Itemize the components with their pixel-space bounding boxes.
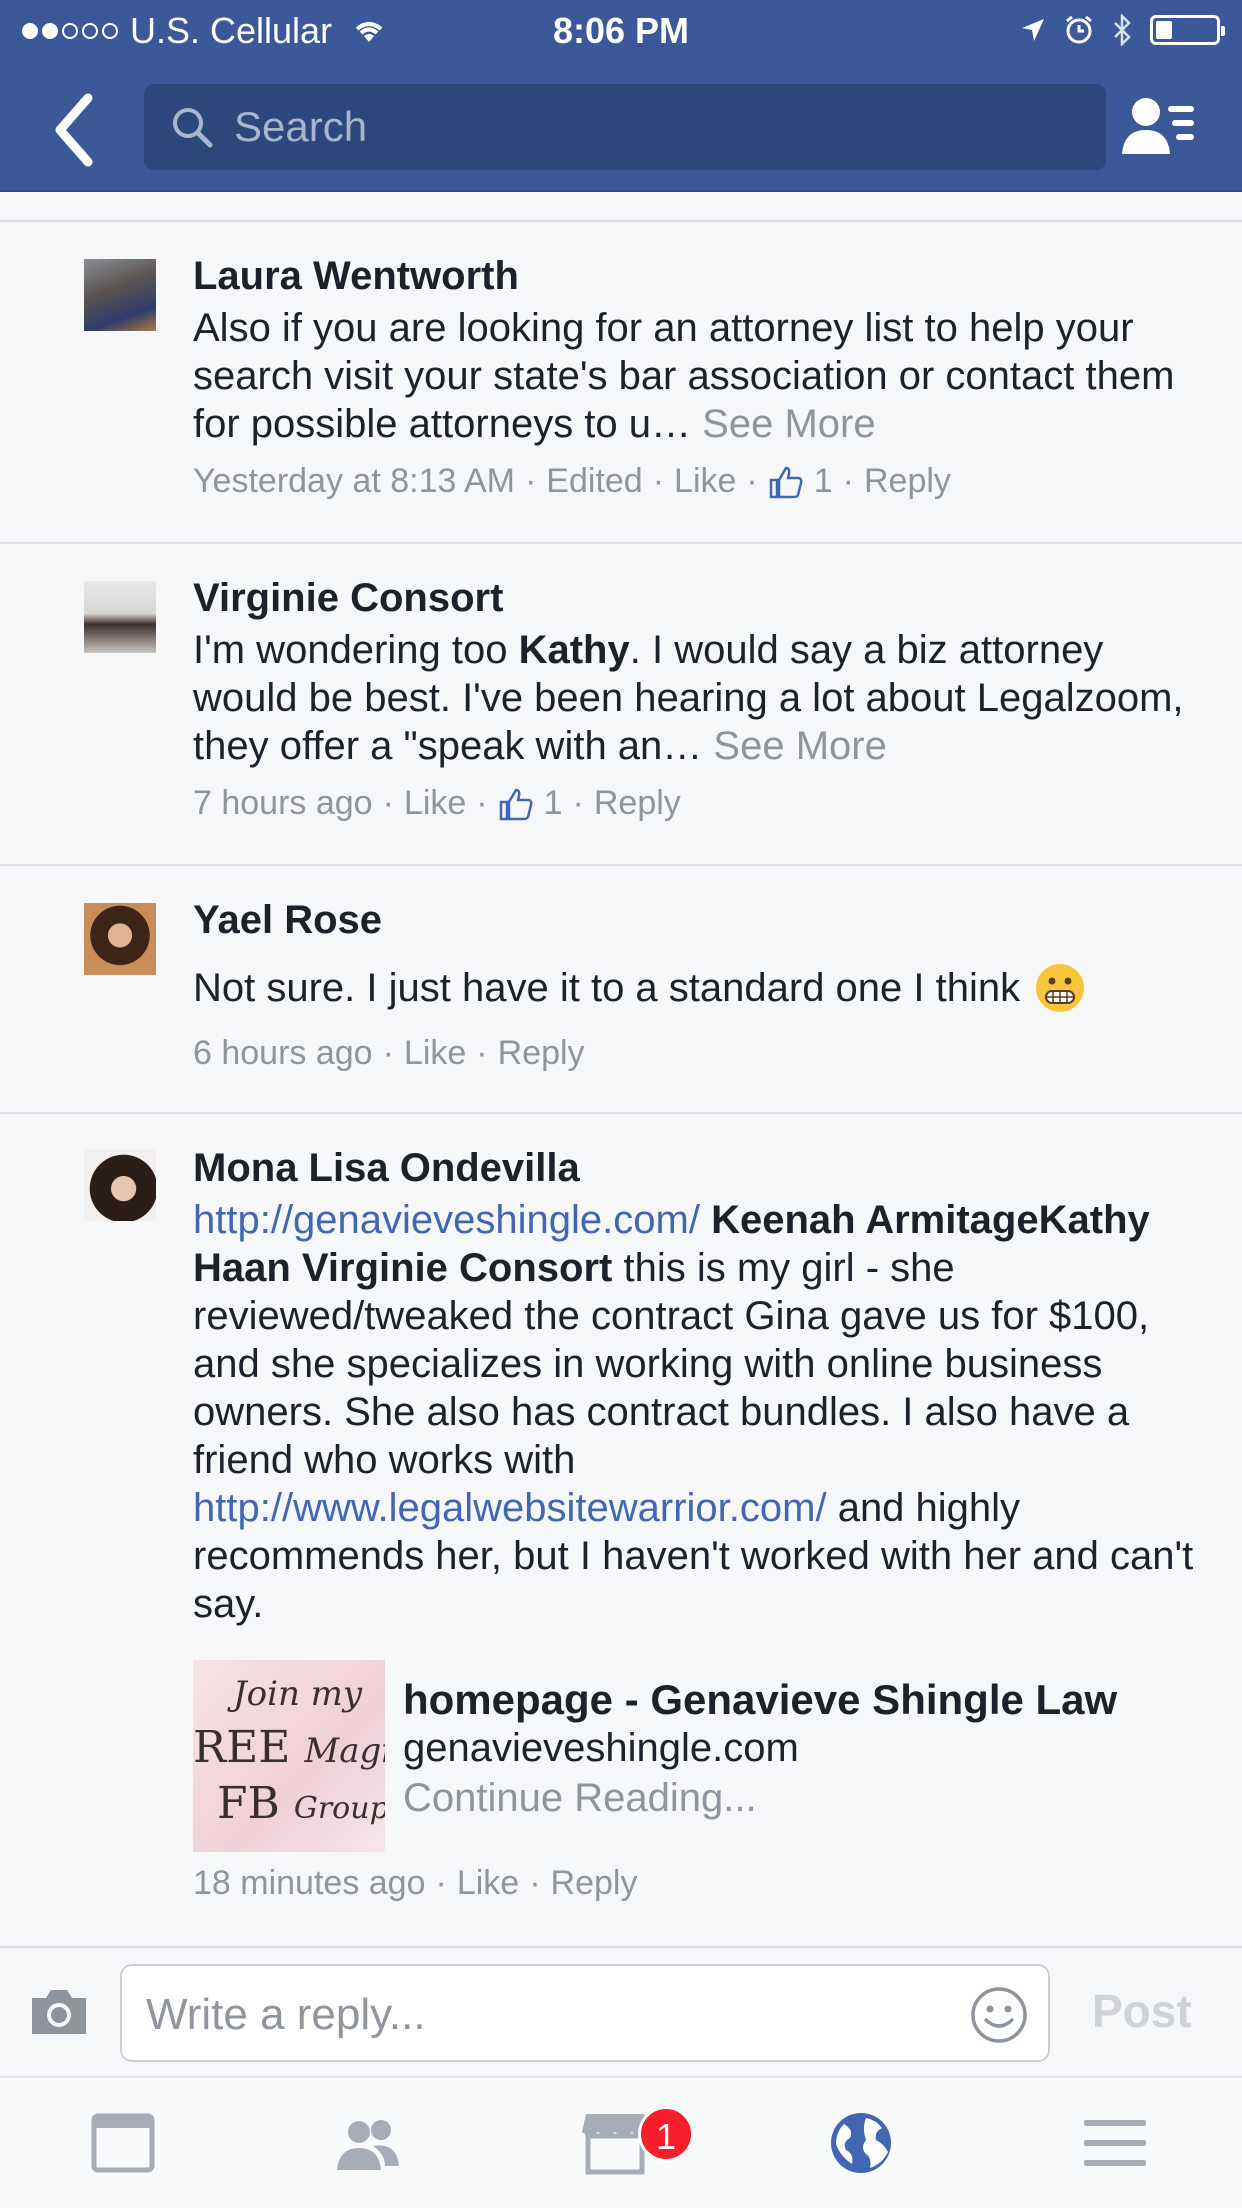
news-feed-icon[interactable] xyxy=(88,2108,158,2178)
alarm-icon xyxy=(1066,15,1092,44)
bottom-tab-bar: 1 xyxy=(0,2076,1242,2208)
like-button[interactable]: Like xyxy=(404,1034,466,1073)
reply-button[interactable]: Reply xyxy=(864,462,951,501)
like-button[interactable]: Like xyxy=(404,784,466,823)
comment-text-content: I'm wondering too xyxy=(193,628,519,672)
thumbs-up-icon xyxy=(769,466,803,498)
comment: Yael Rose Not sure. I just have it to a … xyxy=(0,866,1242,1114)
comment-text-content: Not sure. I just have it to a standard o… xyxy=(193,966,1021,1010)
comment: Virginie Consort I'm wondering too Kathy… xyxy=(0,544,1242,866)
menu-icon[interactable] xyxy=(1080,2108,1150,2178)
like-count[interactable]: 1 xyxy=(544,784,563,823)
timestamp: 6 hours ago xyxy=(193,1034,373,1072)
reply-button[interactable]: Reply xyxy=(498,1034,585,1073)
friend-list-icon[interactable] xyxy=(1118,92,1198,162)
preview-title[interactable]: homepage - Genavieve Shingle Law xyxy=(403,1676,1117,1724)
comment-text: I'm wondering too Kathy. I would say a b… xyxy=(193,626,1203,770)
grimacing-emoji-icon xyxy=(1036,964,1085,1012)
continue-reading-link[interactable]: Continue Reading... xyxy=(403,1776,757,1821)
notification-badge: 1 xyxy=(638,2106,694,2162)
emoji-icon[interactable] xyxy=(970,1986,1028,2044)
thumbnail-text: Join my xyxy=(233,1674,363,1714)
comment-author[interactable]: Laura Wentworth xyxy=(193,254,519,299)
reply-button[interactable]: Reply xyxy=(551,1864,638,1903)
avatar[interactable] xyxy=(84,903,156,975)
like-count[interactable]: 1 xyxy=(814,462,833,501)
thumbnail-text: REE Magic xyxy=(193,1722,385,1773)
like-button[interactable]: Like xyxy=(674,462,736,501)
post-button[interactable]: Post xyxy=(1092,1984,1192,2038)
status-icons xyxy=(1020,14,1225,46)
preview-domain: genavieveshingle.com xyxy=(403,1726,799,1770)
comment-author[interactable]: Mona Lisa Ondevilla xyxy=(193,1146,580,1191)
like-button[interactable]: Like xyxy=(457,1864,519,1903)
location-arrow-icon xyxy=(1022,19,1044,41)
friends-icon[interactable] xyxy=(333,2108,403,2178)
timestamp: 18 minutes ago xyxy=(193,1864,426,1902)
link-preview-card[interactable]: Join my REE Magic FB Group homepage - Ge… xyxy=(193,1660,1203,1852)
avatar[interactable] xyxy=(84,1149,156,1221)
camera-icon[interactable] xyxy=(28,1986,90,2038)
back-chevron-icon[interactable] xyxy=(48,90,108,170)
thumbs-up-icon xyxy=(499,788,533,820)
url-link[interactable]: http://genavieveshingle.com/ xyxy=(193,1198,700,1242)
comment: Laura Wentworth Also if you are looking … xyxy=(0,222,1242,544)
thumbnail-text: FB Group xyxy=(217,1778,385,1829)
search-input[interactable]: Search xyxy=(144,84,1106,170)
see-more-link[interactable]: See More xyxy=(702,402,875,446)
comment-author[interactable]: Virginie Consort xyxy=(193,576,503,621)
edited-label[interactable]: Edited xyxy=(546,462,642,501)
reply-placeholder: Write a reply... xyxy=(146,1990,426,2039)
reply-button[interactable]: Reply xyxy=(594,784,681,823)
comment-text-content: Also if you are looking for an attorney … xyxy=(193,306,1175,446)
search-icon xyxy=(173,108,213,148)
status-bar: U.S. Cellular 8:06 PM xyxy=(0,0,1242,62)
top-navigation-bar: U.S. Cellular 8:06 PM Search xyxy=(0,0,1242,192)
comment-text: Not sure. I just have it to a standard o… xyxy=(193,962,1203,1014)
comment-meta: Yesterday at 8:13 AM · Edited · Like · 1 · R… xyxy=(193,462,951,501)
comment-text: Also if you are looking for an attorney … xyxy=(193,304,1203,448)
url-link[interactable]: http://www.legalwebsitewarrior.com/ xyxy=(193,1486,827,1530)
avatar[interactable] xyxy=(84,581,156,653)
reply-composer: Write a reply... Post xyxy=(0,1946,1242,2076)
mention-link[interactable]: Kathy xyxy=(519,628,630,672)
comment-meta: 6 hours ago · Like · Reply xyxy=(193,1034,585,1073)
comment-meta: 18 minutes ago · Like · Reply xyxy=(193,1864,638,1903)
search-placeholder: Search xyxy=(234,103,368,150)
battery-icon xyxy=(1150,15,1225,45)
avatar[interactable] xyxy=(84,259,156,331)
timestamp: 7 hours ago xyxy=(193,784,373,822)
reply-input[interactable]: Write a reply... xyxy=(120,1964,1050,2062)
comment-text: http://genavieveshingle.com/ Keenah Armi… xyxy=(193,1196,1203,1628)
comment-author[interactable]: Yael Rose xyxy=(193,898,382,943)
preview-thumbnail: Join my REE Magic FB Group xyxy=(193,1660,385,1852)
comment-meta: 7 hours ago · Like · 1 · Reply xyxy=(193,784,681,823)
notifications-globe-icon[interactable] xyxy=(826,2108,896,2178)
bluetooth-icon xyxy=(1114,14,1131,46)
see-more-link[interactable]: See More xyxy=(713,724,886,768)
timestamp: Yesterday at 8:13 AM xyxy=(193,462,515,500)
